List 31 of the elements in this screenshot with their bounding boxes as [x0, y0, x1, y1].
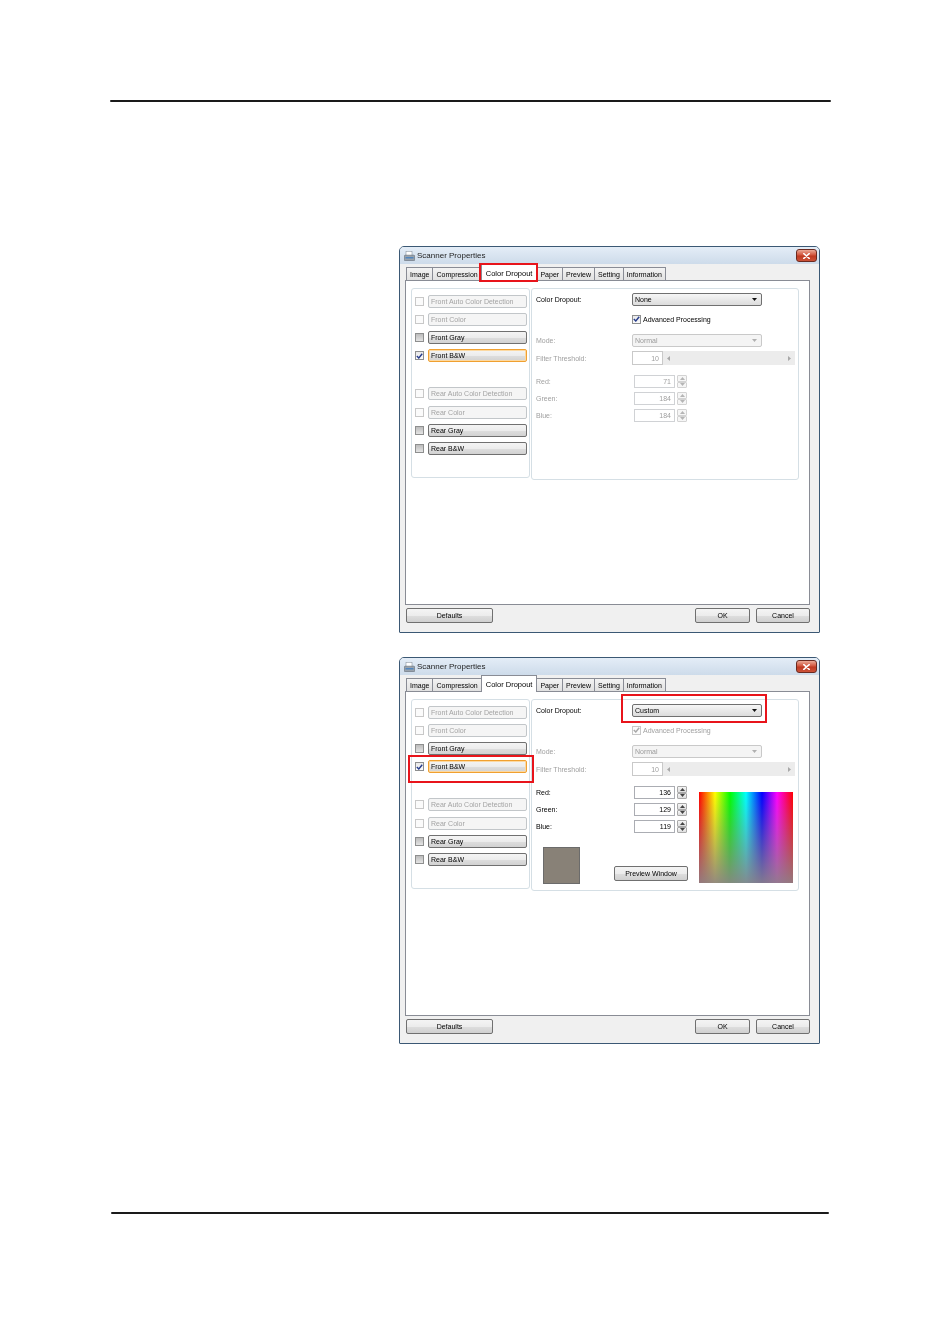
caret-down-icon [752, 750, 757, 753]
caret-left-icon [667, 766, 670, 772]
checkbox[interactable] [415, 855, 424, 865]
close-icon [803, 252, 810, 259]
checkbox[interactable] [415, 351, 424, 361]
checkmark-icon [416, 764, 423, 770]
caret-down-icon [752, 339, 757, 342]
caret-right-icon [788, 766, 791, 772]
spectrum-picker[interactable] [699, 792, 793, 883]
scanner-icon [404, 661, 415, 672]
checkbox[interactable] [415, 426, 424, 436]
close-icon [803, 663, 810, 670]
checkmark-icon [633, 316, 640, 322]
swatch-icon [543, 847, 580, 884]
close-button[interactable] [796, 660, 817, 673]
checkbox[interactable] [415, 333, 424, 343]
caret-left-icon [667, 355, 670, 361]
window-title: Scanner Properties [417, 251, 486, 260]
caret-down-icon [752, 298, 757, 301]
close-button[interactable] [796, 249, 817, 262]
checkbox[interactable] [415, 744, 424, 754]
checkbox[interactable] [415, 837, 424, 847]
checkbox[interactable] [415, 762, 424, 772]
checkbox[interactable] [632, 314, 641, 324]
caret-down-icon [752, 709, 757, 712]
checkbox[interactable] [415, 444, 424, 454]
caret-right-icon [788, 355, 791, 361]
window-title: Scanner Properties [417, 662, 486, 671]
checkmark-icon [416, 353, 423, 359]
checkmark-icon [633, 727, 640, 733]
scanner-icon [404, 250, 415, 261]
